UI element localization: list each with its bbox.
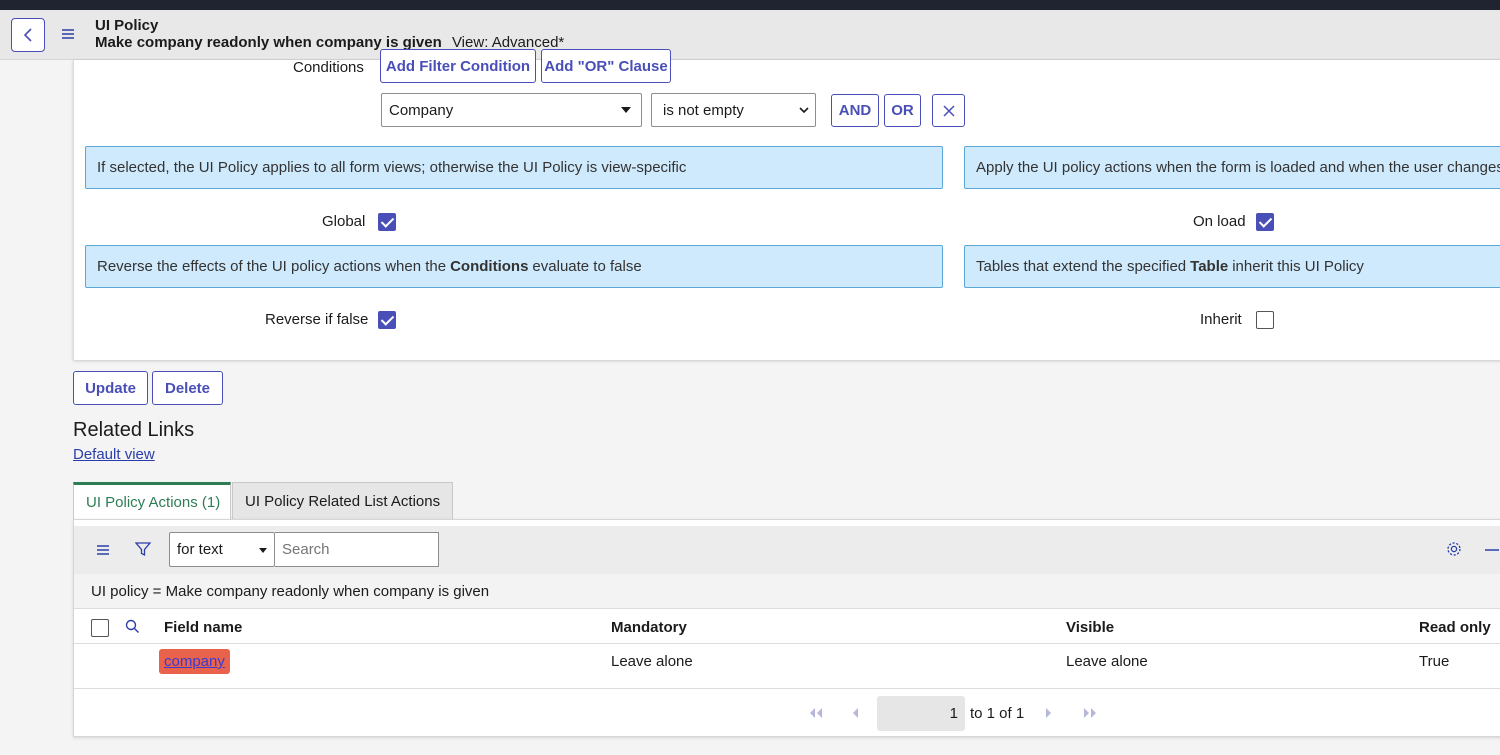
- next-page-icon[interactable]: [1045, 707, 1053, 719]
- chevron-left-icon: [23, 28, 32, 42]
- inherit-label: Inherit: [1200, 311, 1242, 328]
- tab-ui-policy-related-list-actions[interactable]: UI Policy Related List Actions: [232, 482, 453, 520]
- condition-field-value: Company: [389, 101, 454, 119]
- onload-checkbox[interactable]: [1256, 213, 1274, 231]
- column-header-mandatory[interactable]: Mandatory: [611, 619, 687, 636]
- global-help-text: If selected, the UI Policy applies to al…: [85, 146, 943, 189]
- onload-help-text: Apply the UI policy actions when the for…: [964, 146, 1500, 189]
- pager-range: to 1 of 1: [970, 705, 1025, 722]
- search-input[interactable]: [275, 532, 439, 567]
- reverse-help-text: Reverse the effects of the UI policy act…: [85, 245, 943, 288]
- list-toolbar: for text: [74, 526, 1500, 574]
- onload-label: On load: [1193, 213, 1246, 230]
- menu-icon: [62, 29, 74, 39]
- add-filter-condition-button[interactable]: Add Filter Condition: [380, 49, 536, 83]
- related-links-title: Related Links: [73, 419, 195, 441]
- tab-ui-policy-actions[interactable]: UI Policy Actions (1): [73, 482, 231, 520]
- chevron-down-icon: [799, 107, 809, 114]
- inherit-checkbox[interactable]: [1256, 311, 1274, 329]
- caret-down-icon: [259, 548, 267, 553]
- select-all-checkbox[interactable]: [91, 619, 109, 637]
- global-label: Global: [322, 213, 366, 230]
- gear-icon[interactable]: [1446, 541, 1462, 557]
- first-page-icon[interactable]: [808, 707, 824, 719]
- back-button[interactable]: [11, 18, 45, 52]
- inherit-help-bold: Table: [1190, 258, 1229, 275]
- header-divider: [74, 643, 1500, 644]
- column-header-field-name[interactable]: Field name: [164, 619, 242, 636]
- collapse-icon[interactable]: [1484, 548, 1500, 552]
- field-name-link[interactable]: company: [159, 649, 230, 674]
- related-list: for text UI policy = Make company readon…: [73, 519, 1500, 737]
- close-icon: [942, 104, 955, 117]
- row-divider: [74, 688, 1500, 689]
- reverse-if-false-checkbox[interactable]: [378, 311, 396, 329]
- inherit-help-post: inherit this UI Policy: [1232, 258, 1364, 275]
- search-field-value: for text: [177, 541, 223, 558]
- filter-breadcrumb: UI policy = Make company readonly when c…: [74, 574, 1500, 609]
- context-menu-button[interactable]: [61, 27, 75, 44]
- filter-breadcrumb-text: UI policy = Make company readonly when c…: [91, 583, 490, 600]
- last-page-icon[interactable]: [1082, 707, 1098, 719]
- search-icon[interactable]: [125, 619, 140, 634]
- caret-down-icon: [621, 107, 631, 113]
- onload-help-content: Apply the UI policy actions when the for…: [976, 159, 1500, 176]
- add-or-clause-button[interactable]: Add "OR" Clause: [541, 49, 671, 83]
- global-checkbox[interactable]: [378, 213, 396, 231]
- list-menu-icon[interactable]: [96, 544, 110, 556]
- search-field-select[interactable]: for text: [169, 532, 275, 567]
- default-view-link[interactable]: Default view: [73, 446, 155, 463]
- page-number-input[interactable]: 1: [877, 696, 965, 731]
- form-header: UI Policy Make company readonly when com…: [0, 10, 1500, 60]
- delete-button[interactable]: Delete: [152, 371, 223, 405]
- mandatory-cell: Leave alone: [611, 653, 693, 670]
- visible-cell: Leave alone: [1066, 653, 1148, 670]
- read-only-cell: True: [1419, 653, 1450, 670]
- or-button[interactable]: OR: [884, 94, 921, 127]
- condition-operator-value: is not empty: [663, 101, 744, 119]
- top-bar: [0, 0, 1500, 10]
- update-button[interactable]: Update: [73, 371, 148, 405]
- page-title: UI Policy: [95, 17, 159, 34]
- conditions-label: Conditions: [293, 59, 364, 76]
- condition-operator-select[interactable]: is not empty: [651, 93, 816, 127]
- reverse-if-false-label: Reverse if false: [265, 311, 369, 328]
- remove-condition-button[interactable]: [932, 94, 965, 127]
- inherit-help-pre: Tables that extend the specified: [976, 258, 1187, 275]
- reverse-help-bold: Conditions: [450, 258, 529, 275]
- global-help-content: If selected, the UI Policy applies to al…: [97, 159, 687, 176]
- inherit-help-text: Tables that extend the specified Table i…: [964, 245, 1500, 288]
- form-section: Conditions Add Filter Condition Add "OR"…: [73, 49, 1500, 360]
- reverse-help-post: evaluate to false: [532, 258, 642, 275]
- previous-page-icon[interactable]: [851, 707, 859, 719]
- and-button[interactable]: AND: [831, 94, 879, 127]
- column-header-visible[interactable]: Visible: [1066, 619, 1114, 636]
- reverse-help-pre: Reverse the effects of the UI policy act…: [97, 258, 447, 275]
- filter-icon[interactable]: [135, 541, 151, 557]
- column-header-read-only[interactable]: Read only: [1419, 619, 1491, 636]
- condition-field-select[interactable]: Company: [381, 93, 642, 127]
